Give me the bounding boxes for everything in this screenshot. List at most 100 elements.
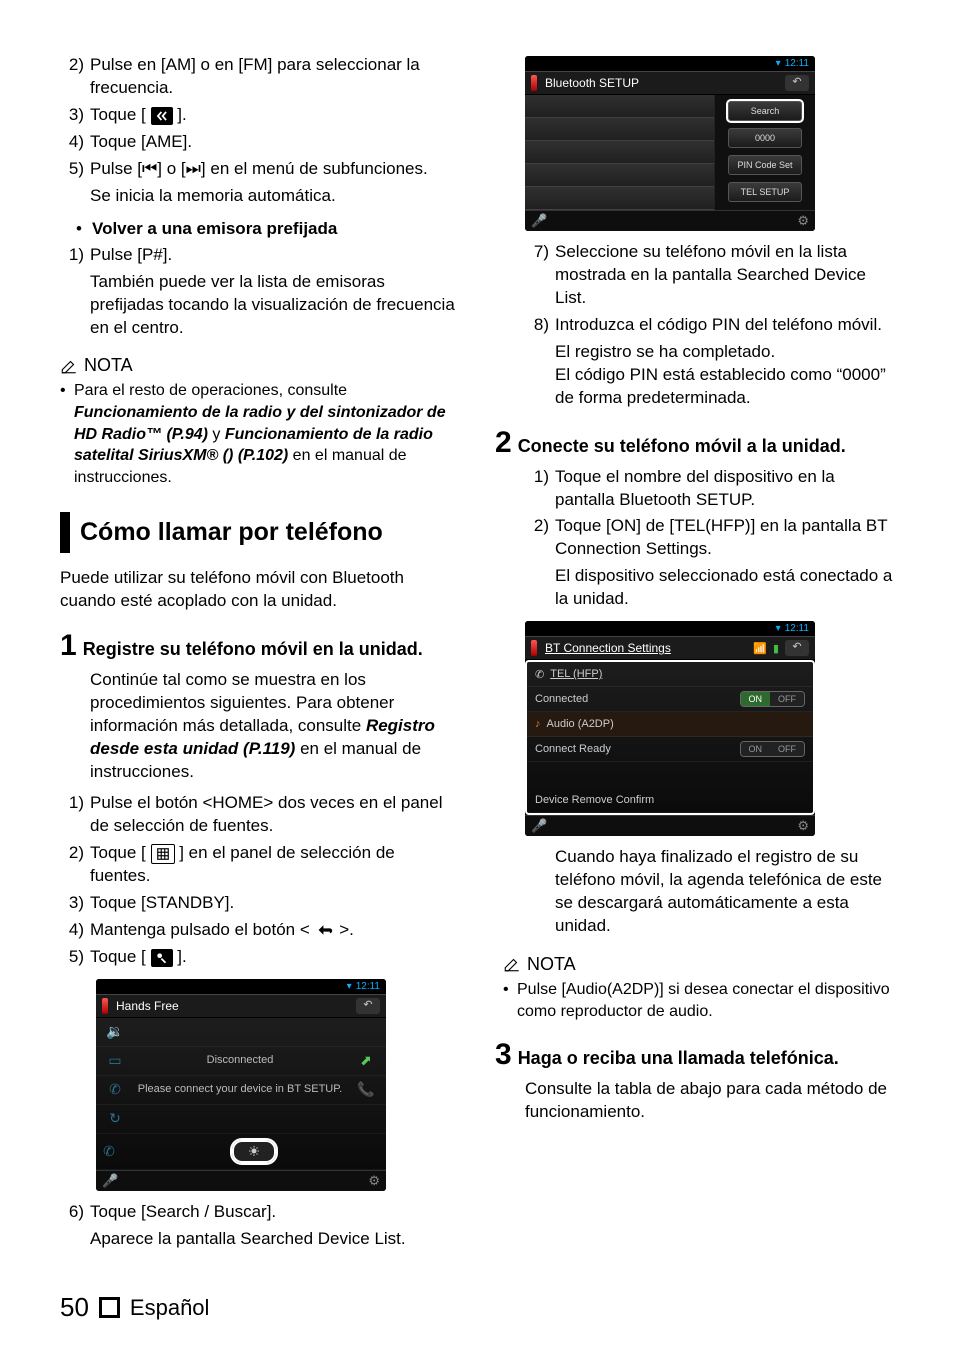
connect-ready-label: Connect Ready <box>535 743 740 755</box>
on-off-switch: ON OFF <box>740 741 806 757</box>
preset-heading-text: Volver a una emisora prefijada <box>92 218 459 240</box>
grid-icon <box>151 844 175 864</box>
item-text: Toque [ON] de [TEL(HFP)] en la pantalla … <box>555 515 894 561</box>
back-icon: ↶ <box>785 75 809 91</box>
ss-body: ✆ TEL (HFP) Connected ON OFF ♪ Audio (A2… <box>525 660 815 815</box>
ss-body: 🔉 ▭ Disconnected ⬈ ✆ Please connect your… <box>96 1018 386 1170</box>
item-text: Pulse [⏮] o [⏭] en el menú de subfuncion… <box>90 158 459 181</box>
list-item: 5) Toque [ ]. <box>60 946 459 969</box>
signal-icon: ▾ <box>347 981 352 992</box>
gear-tools-icon <box>151 949 173 967</box>
item-number: 7) <box>525 241 549 310</box>
item-text: Toque el nombre del dispositivo en la pa… <box>555 466 894 512</box>
screenshot-bluetooth-setup: ▾ 12:11 Bluetooth SETUP ↶ Search 0000 PI… <box>525 56 815 231</box>
list-item: 2) Toque [ ] en el panel de selección de… <box>60 842 459 888</box>
item-text: Toque [ ]. <box>90 946 459 969</box>
switch-off: OFF <box>770 742 804 756</box>
ss-bottom-bar: 🎤 ⚙ <box>525 815 815 836</box>
step-1-body: Continúe tal como se muestra en los proc… <box>90 669 459 784</box>
item-number: 3) <box>60 104 84 127</box>
connect-ready-row: Connect Ready ON OFF <box>527 737 813 762</box>
step-3-heading: 3 Haga o reciba una llamada telefónica. <box>495 1040 894 1070</box>
nota-text: Pulse [Audio(A2DP)] si desea conectar el… <box>517 979 894 1022</box>
item-text: Toque [AME]. <box>90 131 459 154</box>
app-accent-icon <box>531 640 537 656</box>
ss-status-bar: ▾ 12:11 <box>525 621 815 636</box>
list-item: 2) Pulse en [AM] o en [FM] para seleccio… <box>60 54 459 100</box>
list-item: 2) Toque [ON] de [TEL(HFP)] en la pantal… <box>525 515 894 561</box>
step-1-heading: 1 Registre su teléfono móvil en la unida… <box>60 631 459 661</box>
volume-icon: 🔉 <box>102 1023 128 1040</box>
list-item: 6) Toque [Search / Buscar]. <box>60 1201 459 1224</box>
device-remove-row: Device Remove Confirm <box>527 788 813 813</box>
switch-on: ON <box>741 692 771 706</box>
item-number: 1) <box>525 466 549 512</box>
tel-hfp-row: ✆ TEL (HFP) <box>527 662 813 687</box>
switch-off: OFF <box>770 692 804 706</box>
ss-bottom-bar: 🎤 ⚙ <box>525 210 815 231</box>
audio-icon: ♪ <box>535 718 541 730</box>
list-item: 4) Toque [AME]. <box>60 131 459 154</box>
item-number: 5) <box>60 946 84 969</box>
section-intro: Puede utilizar su teléfono móvil con Blu… <box>60 567 459 613</box>
mic-icon: 🎤 <box>531 213 547 229</box>
item-text: Pulse el botón <HOME> dos veces en el pa… <box>90 792 459 838</box>
item-number: 3) <box>60 892 84 915</box>
item-number: 2) <box>60 842 84 888</box>
nota-body: • Para el resto de operaciones, consulte… <box>60 380 459 488</box>
nota-body: • Pulse [Audio(A2DP)] si desea conectar … <box>503 979 894 1022</box>
item-number: 4) <box>60 131 84 154</box>
item-subtext: El registro se ha completado. <box>555 341 894 364</box>
step-number: 3 <box>495 1040 512 1070</box>
item-subtext: Se inicia la memoria automática. <box>90 185 459 208</box>
item-text: Pulse [P#]. <box>90 244 459 267</box>
direction-icon: ⬈ <box>352 1052 380 1069</box>
nota-heading: NOTA <box>503 954 894 975</box>
page-number: 50 <box>60 1292 89 1323</box>
item-number: 1) <box>60 244 84 267</box>
nota-label: NOTA <box>84 355 133 376</box>
mic-icon: 🎤 <box>102 1173 118 1189</box>
item-text: Toque [ ]. <box>90 104 459 127</box>
antenna-icon: 📶 <box>753 642 767 655</box>
item-number: 8) <box>525 314 549 337</box>
call-icon: 📞 <box>352 1081 380 1098</box>
back-icon: ↶ <box>356 998 380 1014</box>
mic-icon: 🎤 <box>531 818 547 834</box>
ss-clock: 12:11 <box>785 58 809 69</box>
item-text: Pulse en [AM] o en [FM] para seleccionar… <box>90 54 459 100</box>
left-column: 2) Pulse en [AM] o en [FM] para seleccio… <box>60 50 459 1250</box>
bt-side-buttons: Search 0000 PIN Code Set TEL SETUP <box>714 95 815 210</box>
item-subtext: Aparece la pantalla Searched Device List… <box>90 1228 459 1251</box>
connected-label: Connected <box>535 693 740 705</box>
item-number: 1) <box>60 792 84 838</box>
list-item: 3) Toque [STANDBY]. <box>60 892 459 915</box>
ss-please-connect: Please connect your device in BT SETUP. <box>128 1083 352 1096</box>
ss-title: BT Connection Settings <box>545 641 753 655</box>
ss-clock: 12:11 <box>785 623 809 634</box>
signal-icon: ▾ <box>776 623 781 634</box>
ss-bottom-bar: 🎤 ⚙ <box>96 1170 386 1191</box>
step-2-heading: 2 Conecte su teléfono móvil a la unidad. <box>495 428 894 458</box>
pincodeset-button: PIN Code Set <box>728 155 802 175</box>
device-remove-label: Device Remove Confirm <box>535 794 805 806</box>
ss-title: Hands Free <box>116 999 356 1013</box>
item-number: 5) <box>60 158 84 181</box>
item-text: Toque [ ] en el panel de selección de fu… <box>90 842 459 888</box>
item-subtext: El dispositivo seleccionado está conecta… <box>555 565 894 611</box>
ss-title-bar: Hands Free ↶ <box>96 994 386 1018</box>
missed-icon: ✆ <box>96 1143 122 1160</box>
list-item: 1) Pulse [P#]. <box>60 244 459 267</box>
ss-clock: 12:11 <box>356 981 380 992</box>
page-footer: 50 Español <box>60 1292 209 1323</box>
step-title: Registre su teléfono móvil en la unidad. <box>83 631 423 661</box>
ss-status-bar: ▾ 12:11 <box>525 56 815 71</box>
switch-on: ON <box>741 742 771 756</box>
step-2-after: Cuando haya finalizado el registro de su… <box>555 846 894 938</box>
list-item: 4) Mantenga pulsado el botón < >. <box>60 919 459 942</box>
right-column: ▾ 12:11 Bluetooth SETUP ↶ Search 0000 PI… <box>495 50 894 1250</box>
item-text: Introduzca el código PIN del teléfono mó… <box>555 314 894 337</box>
history-icon: ↻ <box>102 1110 128 1127</box>
ss-status-bar: ▾ 12:11 <box>96 979 386 994</box>
item-text: Toque [Search / Buscar]. <box>90 1201 459 1224</box>
